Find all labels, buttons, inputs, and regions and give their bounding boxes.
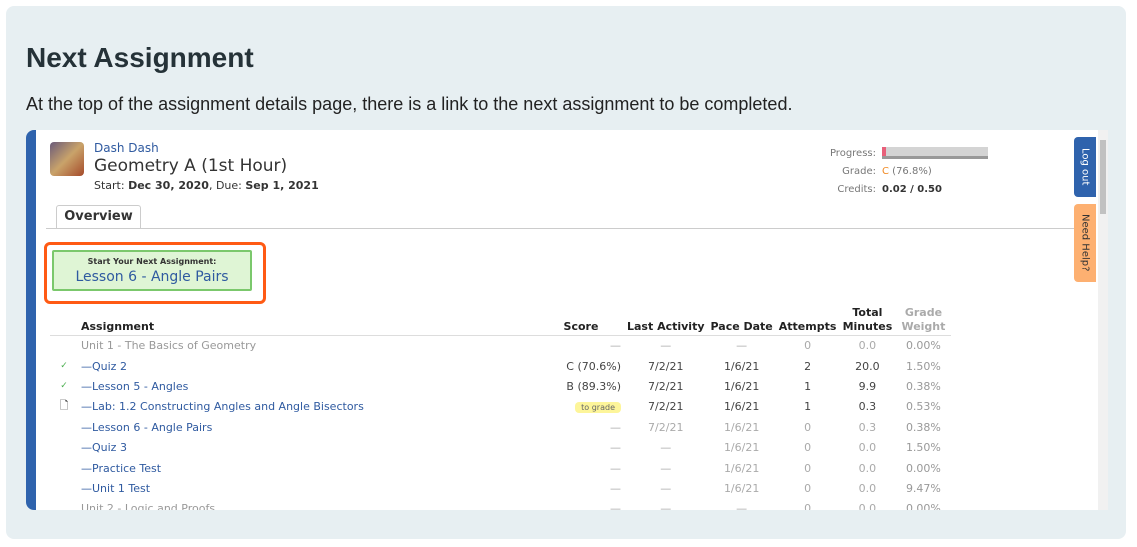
help-card: Next Assignment At the top of the assign… — [6, 6, 1126, 539]
column-header: Pace Date — [707, 306, 776, 336]
check-icon: ✓ — [60, 381, 68, 392]
student-link[interactable]: Dash Dash — [94, 141, 159, 155]
highlight-box: Start Your Next Assignment: Lesson 6 - A… — [44, 242, 266, 304]
assignment-link[interactable]: —Practice Test — [81, 462, 161, 475]
table-row: ✓ —Quiz 2 C (70.6%) 7/2/21 1/6/21 2 20.0 … — [60, 359, 941, 373]
section-heading: Next Assignment — [26, 42, 254, 73]
need-help-button[interactable]: Need Help? — [1074, 204, 1096, 282]
table-row: ✓ —Lesson 5 - Angles B (89.3%) 7/2/21 1/6… — [60, 379, 941, 393]
logout-button[interactable]: Log out — [1074, 137, 1096, 197]
column-header: Last Activity — [624, 306, 708, 336]
assignment-link[interactable]: —Quiz 3 — [81, 441, 127, 454]
table-row: —Lesson 6 - Angle Pairs — 7/2/21 1/6/21 … — [81, 420, 941, 434]
next-assignment-box[interactable]: Start Your Next Assignment: Lesson 6 - A… — [52, 250, 252, 291]
table-row: Unit 1 - The Basics of Geometry — — — 0 … — [81, 339, 941, 353]
column-header — [50, 306, 78, 336]
to-grade-badge: to grade — [575, 402, 621, 414]
next-assignment-link[interactable]: Lesson 6 - Angle Pairs — [54, 269, 250, 285]
column-header: Grade Weight — [895, 306, 952, 336]
assignment-link[interactable]: —Unit 1 Test — [81, 482, 150, 495]
document-icon: 🗋 — [59, 399, 69, 413]
assignment-link[interactable]: —Lesson 6 - Angle Pairs — [81, 421, 212, 434]
column-header: Score — [538, 306, 624, 336]
table-row: —Unit 1 Test — — 1/6/21 0 0.0 9.47% — [81, 481, 941, 495]
course-dates: Start: Dec 30, 2020, Due: Sep 1, 2021 — [94, 179, 319, 192]
scrollbar[interactable] — [1098, 130, 1108, 510]
section-description: At the top of the assignment details pag… — [26, 94, 793, 114]
course-stats: Progress: Grade: C (76.8%) Credits: 0.02 /… — [816, 144, 988, 198]
assignment-link[interactable]: —Quiz 2 — [81, 360, 127, 373]
course-title: Geometry A (1st Hour) — [94, 156, 288, 176]
column-header: Attempts — [775, 306, 840, 336]
grade-pct: (76.8%) — [892, 165, 932, 177]
table-row: Unit 2 - Logic and Proofs — — — 0 0.0 0.… — [81, 502, 941, 510]
column-header: Assignment — [78, 306, 538, 336]
assignment-link[interactable]: —Lab: 1.2 Constructing Angles and Angle … — [81, 400, 364, 413]
course-image — [50, 142, 84, 176]
credits-value: 0.02 / 0.50 — [882, 183, 942, 195]
assignments-table: Assignment Score Last Activity Pace Date Att… — [50, 306, 952, 510]
screenshot-frame: Dash Dash Geometry A (1st Hour) Start: D… — [26, 130, 1108, 510]
tab-overview[interactable]: Overview — [56, 205, 141, 229]
table-row: 🗋 —Lab: 1.2 Constructing Angles and Angle… — [59, 399, 941, 414]
tab-divider — [46, 228, 1078, 229]
column-header: Total Minutes — [839, 306, 896, 336]
progress-bar — [882, 147, 988, 159]
table-row: —Practice Test — — 1/6/21 0 0.0 0.00% — [81, 461, 941, 475]
table-row: —Quiz 3 — — 1/6/21 0 0.0 1.50% — [81, 441, 941, 455]
check-icon: ✓ — [60, 361, 68, 372]
grade-letter: C — [882, 165, 889, 177]
assignment-link[interactable]: —Lesson 5 - Angles — [81, 380, 188, 393]
